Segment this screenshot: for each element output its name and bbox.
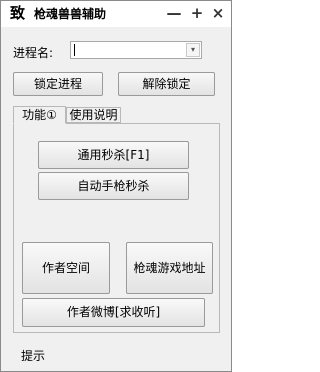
auto-sniper-button[interactable]: 自动手枪秒杀 — [38, 172, 189, 200]
function-tab-panel: 通用秒杀[F1] 自动手枪秒杀 作者空间 枪魂游戏地址 作者微博[求收听] — [13, 123, 220, 333]
unlock-button[interactable]: 解除锁定 — [118, 72, 215, 96]
lock-process-button[interactable]: 锁定进程 — [13, 72, 103, 96]
game-address-button[interactable]: 枪魂游戏地址 — [126, 242, 213, 294]
process-select[interactable]: ▾ — [70, 41, 202, 59]
pin-button[interactable]: + — [187, 3, 207, 23]
author-weibo-button[interactable]: 作者微博[求收听] — [22, 298, 205, 327]
kill-all-button[interactable]: 通用秒杀[F1] — [38, 141, 189, 169]
title-bar[interactable]: 致 枪魂兽兽辅助 — + × — [1, 1, 231, 27]
status-bar: 提示 — [1, 339, 231, 371]
app-window: 致 枪魂兽兽辅助 — + × 进程名: ▾ 锁定进程 解除锁定 通用秒杀[F1]… — [0, 0, 232, 372]
process-name-label: 进程名: — [13, 46, 54, 60]
status-hint: 提示 — [21, 349, 46, 363]
close-button[interactable]: × — [208, 3, 228, 23]
tab-instructions[interactable]: 使用说明 — [66, 107, 121, 123]
minimize-button[interactable]: — — [164, 3, 184, 23]
text-caret — [74, 44, 75, 56]
app-logo-icon: 致 — [10, 4, 26, 22]
author-space-button[interactable]: 作者空间 — [22, 242, 110, 294]
tab-functions[interactable]: 功能① — [13, 106, 66, 124]
chevron-down-icon[interactable]: ▾ — [186, 43, 200, 57]
window-title: 枪魂兽兽辅助 — [34, 7, 107, 21]
